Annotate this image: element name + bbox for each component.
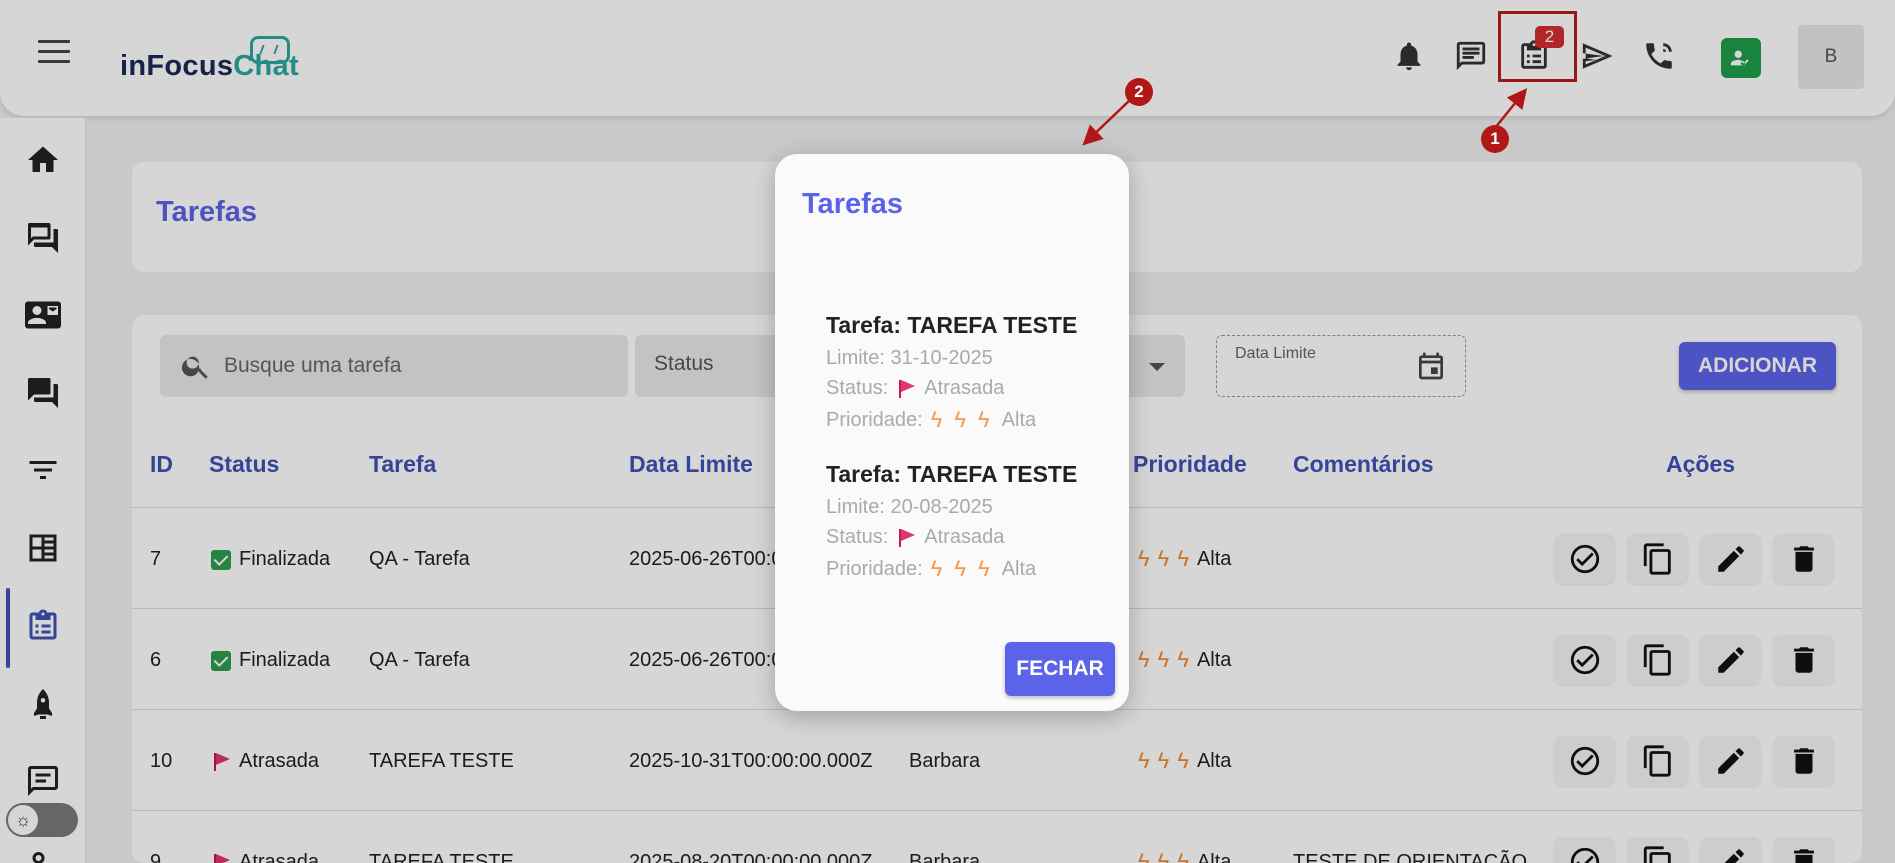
close-modal-button[interactable]: FECHAR [1005,642,1115,696]
tasks-modal: Tarefas Tarefa: TAREFA TESTE Limite: 31-… [775,154,1129,711]
modal-task-item: Tarefa: TAREFA TESTE Limite: 20-08-2025 … [826,461,1077,589]
bolt-icon: ϟ [930,556,943,581]
flag-icon [896,379,916,399]
modal-title: Tarefas [802,188,904,220]
modal-task-status: Status: Atrasada [826,526,1005,548]
annotation-marker-2: 2 [1125,78,1153,106]
modal-task-item: Tarefa: TAREFA TESTE Limite: 31-10-2025 … [826,312,1077,440]
flag-icon [896,528,916,548]
modal-task-priority: Prioridade: ϟ ϟ ϟ Alta [826,407,1037,432]
bolt-icon: ϟ [930,407,943,432]
modal-task-limit: Limite: 20-08-2025 [826,496,993,518]
modal-task-limit: Limite: 31-10-2025 [826,347,993,369]
bolt-icon: ϟ [978,407,990,432]
annotation-marker-1: 1 [1481,125,1509,153]
bolt-icon: ϟ [954,556,967,581]
modal-task-status: Status: Atrasada [826,377,1005,399]
bolt-icon: ϟ [954,407,967,432]
modal-task-title: Tarefa: TAREFA TESTE [826,461,1078,487]
bolt-icon: ϟ [978,556,990,581]
modal-task-title: Tarefa: TAREFA TESTE [826,312,1078,338]
modal-task-priority: Prioridade: ϟ ϟ ϟ Alta [826,556,1037,581]
